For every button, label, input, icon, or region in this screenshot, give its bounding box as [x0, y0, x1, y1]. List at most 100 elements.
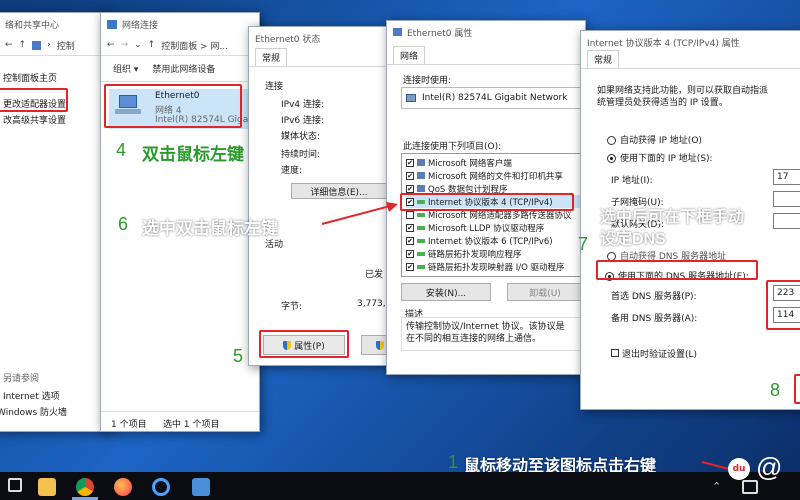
search-app-icon[interactable]: [152, 478, 170, 496]
default-gateway-input[interactable]: [773, 213, 800, 229]
status-selected-count: 选中 1 个项目: [163, 420, 220, 430]
item-icon: [417, 199, 425, 204]
ip-address-input[interactable]: 17: [773, 169, 800, 185]
duration-label: 持续时间:: [281, 150, 321, 160]
bytes-label: 字节:: [281, 302, 303, 312]
obtain-ip-auto-radio[interactable]: 自动获得 IP 地址(O): [607, 133, 702, 146]
adapter-description: Intel(R) 82574L Gigabit: [155, 115, 260, 125]
step-8-number: 8: [770, 380, 781, 400]
adapter-item-ethernet0[interactable]: Ethernet0 网络 4 Intel(R) 82574L Gigabit: [109, 89, 259, 129]
arrow-to-ipv4-item: [321, 202, 398, 225]
back-arrow-icon[interactable]: ←: [107, 40, 115, 50]
link-internet-options[interactable]: Internet 选项: [3, 389, 60, 402]
list-item-file-printer-sharing[interactable]: ✔ Microsoft 网络的文件和打印机共享: [406, 169, 585, 182]
tab-general[interactable]: 常规: [587, 50, 620, 68]
title-bar: Ethernet0 状态: [249, 27, 407, 49]
address-bar[interactable]: ← → ⌄ ↑ 控制面板 > 网...: [101, 35, 259, 55]
items-list-label: 此连接使用下列项目(O):: [403, 142, 502, 152]
ethernet-status-dialog: Ethernet0 状态 常规 连接 IPv4 连接: IPv6 连接: 媒体状…: [248, 26, 408, 366]
baidu-watermark-logo: du: [728, 458, 750, 480]
uninstall-button[interactable]: 卸载(U): [507, 283, 583, 301]
see-also-heading: 另请参阅: [3, 374, 40, 384]
up-arrow-icon[interactable]: ↑: [148, 40, 156, 50]
step-4-text: 双击鼠标左键: [142, 145, 244, 164]
details-button[interactable]: 详细信息(E)...: [291, 183, 387, 199]
title-bar: Ethernet0 属性: [387, 21, 585, 43]
address-bar[interactable]: ← ↑ › 控制: [0, 35, 109, 55]
task-view-icon[interactable]: [8, 478, 22, 492]
divider: [0, 55, 109, 56]
properties-button[interactable]: 属性(P): [263, 335, 345, 355]
list-item-ipv6[interactable]: ✔ Internet 协议版本 6 (TCP/IPv6): [406, 234, 585, 247]
item-icon: [417, 225, 425, 230]
list-item-lltd-mapper[interactable]: ✔ 链路层拓扑发现映射器 I/O 驱动程序: [406, 260, 585, 273]
adapter-field: Intel(R) 82574L Gigabit Network: [401, 87, 585, 109]
chevron-right-icon: ›: [47, 40, 51, 50]
link-control-panel-home[interactable]: 控制面板主页: [3, 71, 57, 84]
dropdown-arrow-icon[interactable]: ⌄: [134, 40, 142, 50]
control-panel-icon: [32, 40, 42, 50]
bytes-sent-value: 3,773,: [357, 299, 386, 309]
window-title: 网络连接: [122, 20, 159, 31]
list-item-ipv4[interactable]: ✔ Internet 协议版本 4 (TCP/IPv4): [406, 195, 585, 208]
tab-strip: 常规: [581, 50, 800, 69]
use-following-ip-radio[interactable]: 使用下面的 IP 地址(S):: [607, 151, 713, 164]
remote-desktop-icon[interactable]: [192, 478, 210, 496]
link-advanced-sharing[interactable]: 改高级共享设置: [3, 113, 66, 126]
system-tray-chevron-icon[interactable]: ⌃: [712, 480, 721, 493]
status-item-count: 1 个项目: [111, 420, 147, 430]
media-state-label: 媒体状态:: [281, 132, 321, 142]
speed-label: 速度:: [281, 166, 303, 176]
step-7-number: 7: [578, 234, 589, 254]
at-symbol-watermark: @: [756, 452, 783, 482]
tab-general[interactable]: 常规: [255, 48, 288, 66]
up-arrow-icon[interactable]: ↑: [19, 40, 27, 50]
tab-networking[interactable]: 网络: [393, 46, 426, 64]
obtain-dns-auto-radio[interactable]: 自动获得 DNS 服务器地址: [607, 249, 726, 262]
forward-arrow-icon[interactable]: →: [121, 40, 129, 50]
back-arrow-icon[interactable]: ←: [5, 40, 13, 50]
step-1-number: 1: [448, 452, 459, 472]
window-title: Internet 协议版本 4 (TCP/IPv4) 属性: [587, 38, 740, 49]
sent-label: 已发: [365, 270, 384, 280]
alternate-dns-input[interactable]: 114: [773, 307, 800, 323]
title-bar: 网络连接: [101, 13, 259, 35]
file-explorer-icon[interactable]: [38, 478, 56, 496]
install-button[interactable]: 安装(N)...: [401, 283, 491, 301]
list-item-qos[interactable]: ✔ QoS 数据包计划程序: [406, 182, 585, 195]
components-list[interactable]: ✔ Microsoft 网络客户端 ✔ Microsoft 网络的文件和打印机共享 …: [401, 153, 585, 277]
shield-icon: [283, 340, 292, 350]
shield-icon: [375, 340, 384, 350]
list-item-ms-client[interactable]: ✔ Microsoft 网络客户端: [406, 156, 585, 169]
subnet-mask-input[interactable]: [773, 191, 800, 207]
connection-group-label: 连接: [265, 82, 284, 92]
network-sharing-center-window: 络和共享中心 ← ↑ › 控制 控制面板主页 更改适配器设置 改高级共享设置 另…: [0, 12, 110, 432]
chrome-icon[interactable]: [76, 478, 94, 496]
step-6-text: 选中双击鼠标左键: [142, 219, 278, 238]
link-windows-firewall[interactable]: Windows 防火墙: [0, 405, 67, 418]
list-item-lltd-responder[interactable]: ✔ 链路层拓扑发现响应程序: [406, 247, 585, 260]
link-change-adapter-settings[interactable]: 更改适配器设置: [3, 97, 66, 110]
network-folder-icon: [107, 19, 117, 29]
preferred-dns-input[interactable]: 223: [773, 285, 800, 301]
organize-menu[interactable]: 组织 ▾: [113, 62, 138, 75]
window-title: Ethernet0 状态: [255, 34, 321, 45]
status-bar-divider: [101, 411, 259, 412]
preferred-dns-label: 首选 DNS 服务器(P):: [611, 292, 697, 302]
command-bar: 组织 ▾ 禁用此网络设备: [101, 56, 259, 81]
tab-strip: 网络: [387, 43, 585, 65]
validate-on-exit-checkbox[interactable]: 退出时验证设置(L): [611, 347, 697, 360]
ethernet-properties-dialog: Ethernet0 属性 网络 连接时使用: Intel(R) 82574L G…: [386, 20, 586, 375]
network-adapter-icon: [115, 95, 141, 117]
item-icon: [417, 238, 425, 243]
adapter-name: Ethernet0: [155, 91, 200, 101]
step-4-number: 4: [116, 140, 127, 160]
disable-device-button[interactable]: 禁用此网络设备: [152, 62, 215, 75]
tab-strip: 常规: [249, 48, 407, 67]
alternate-dns-label: 备用 DNS 服务器(A):: [611, 314, 698, 324]
list-item-multiplexor[interactable]: Microsoft 网络适配器多路传送器协议: [406, 208, 585, 221]
item-icon: [417, 185, 425, 192]
firefox-icon[interactable]: [114, 478, 132, 496]
list-item-lldp[interactable]: ✔ Microsoft LLDP 协议驱动程序: [406, 221, 585, 234]
use-following-dns-radio[interactable]: 使用下面的 DNS 服务器地址(E):: [605, 269, 749, 282]
